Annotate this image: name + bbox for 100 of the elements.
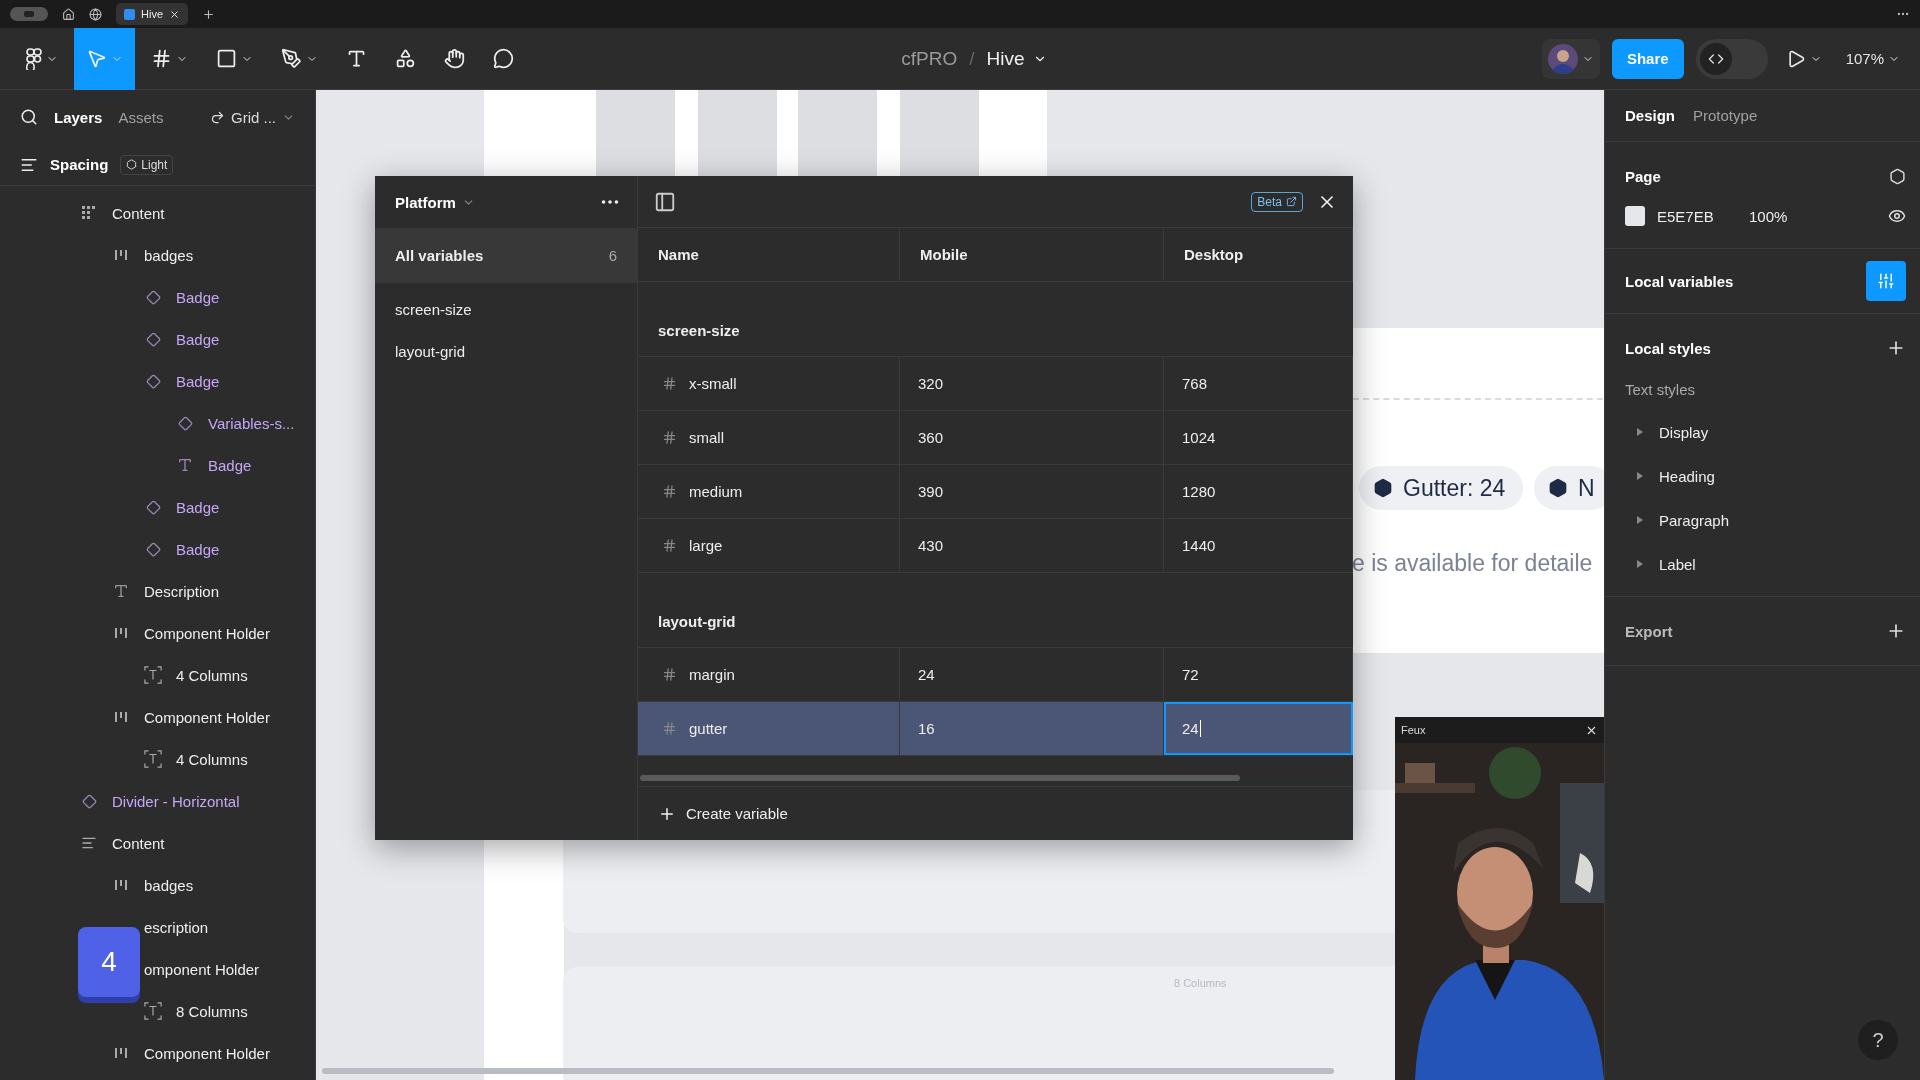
close-icon[interactable] <box>169 8 180 20</box>
help-button[interactable]: ? <box>1858 1020 1898 1060</box>
visibility-button[interactable] <box>1888 207 1906 225</box>
variable-row[interactable]: medium 390 1280 <box>638 465 1353 519</box>
variable-row[interactable]: large 430 1440 <box>638 519 1353 573</box>
style-group[interactable]: Label <box>1605 542 1920 586</box>
text-box-icon <box>144 1001 162 1021</box>
column-header: Name <box>638 228 900 281</box>
style-group[interactable]: Heading <box>1605 454 1920 498</box>
layer-name[interactable]: Badge <box>176 330 220 348</box>
layer-name[interactable]: 4 Columns <box>176 750 248 768</box>
eye-icon <box>1888 207 1906 225</box>
collection-picker[interactable]: Platform <box>395 193 475 211</box>
variable-count: 6 <box>608 247 617 264</box>
value-cell: 1024 <box>1164 411 1353 464</box>
dev-mode-toggle[interactable] <box>1695 38 1768 79</box>
value-cell: 72 <box>1164 648 1353 701</box>
value-cell: 1440 <box>1164 519 1353 572</box>
layer-name[interactable]: Badge <box>176 540 220 558</box>
sidebar-toggle-icon[interactable] <box>654 190 676 213</box>
beta-badge[interactable]: Beta <box>1251 191 1303 212</box>
create-variable-button[interactable]: Create variable <box>638 787 1353 840</box>
layer-name[interactable]: badges <box>144 246 194 264</box>
search-icon[interactable] <box>20 108 38 126</box>
variable-name: small <box>689 429 724 446</box>
layer-name[interactable]: badges <box>144 876 194 894</box>
layer-name[interactable]: Badge <box>208 456 252 474</box>
layer-name[interactable]: Badge <box>176 288 220 306</box>
file-name-button[interactable]: Hive <box>986 47 1047 70</box>
color-hex[interactable]: E5E7EB <box>1657 207 1737 225</box>
style-group[interactable]: Display <box>1605 410 1920 454</box>
comment-icon <box>493 48 514 69</box>
group-item[interactable]: All variables 6 <box>375 228 637 283</box>
layer-name[interactable]: Divider - Horizontal <box>112 792 240 810</box>
open-variables-button[interactable] <box>1866 261 1906 301</box>
value-cell: 768 <box>1164 357 1353 410</box>
home-icon[interactable] <box>62 7 75 21</box>
column-header: Mobile <box>900 228 1164 281</box>
group-item[interactable]: screen-size <box>375 288 637 330</box>
number-icon <box>662 721 677 736</box>
new-tab-icon[interactable] <box>202 7 215 21</box>
hexagon-icon <box>126 159 138 170</box>
layer-name[interactable]: Badge <box>176 498 220 516</box>
diamond-icon <box>177 415 193 431</box>
page-name[interactable]: Spacing <box>50 156 109 173</box>
layer-name[interactable]: Component Holder <box>144 708 270 726</box>
layer-name[interactable]: Badge <box>176 372 220 390</box>
avatar-button[interactable] <box>1541 38 1600 79</box>
shapes-icon <box>395 48 416 69</box>
globe-icon[interactable] <box>89 7 102 21</box>
column-header: Desktop <box>1164 228 1353 281</box>
panel-tab[interactable]: Design <box>1625 107 1675 124</box>
layer-name[interactable]: Content <box>112 204 165 222</box>
group-title: screen-size <box>658 322 740 339</box>
hexagon-icon <box>1373 478 1393 498</box>
variable-row[interactable]: small 360 1024 <box>638 411 1353 465</box>
caret-icon <box>1637 428 1643 436</box>
columns-icon <box>114 248 128 262</box>
value-input[interactable]: 24 <box>1164 702 1353 755</box>
panel-tab[interactable]: Prototype <box>1693 107 1758 124</box>
panel-tab[interactable]: Layers <box>54 108 103 126</box>
scrollbar[interactable] <box>322 1068 1334 1074</box>
hexagon-icon <box>1889 167 1906 185</box>
project-name[interactable]: cfPRO <box>901 47 958 70</box>
page-picker[interactable]: Grid ... <box>210 108 295 126</box>
layer-name[interactable]: Component Holder <box>144 624 270 642</box>
lines-icon <box>81 835 97 851</box>
zoom-button[interactable]: 107% <box>1839 50 1906 67</box>
caret-icon <box>1637 472 1643 480</box>
description-text: e is available for detaile <box>1352 550 1593 577</box>
group-item[interactable]: layout-grid <box>375 330 637 372</box>
layer-name[interactable]: 4 Columns <box>176 666 248 684</box>
layer-name[interactable]: Variables-s... <box>208 414 295 432</box>
number-icon <box>662 484 677 499</box>
caret-icon <box>1637 560 1643 568</box>
diamond-icon <box>145 499 161 515</box>
diamond-icon <box>145 331 161 347</box>
browser-tab[interactable]: Hive <box>116 3 188 25</box>
scrollbar[interactable] <box>640 775 1240 781</box>
value-cell: 390 <box>900 465 1164 518</box>
layer-name[interactable]: Description <box>144 582 220 600</box>
badge: Gutter: 24 <box>1359 466 1524 510</box>
style-group[interactable]: Paragraph <box>1605 498 1920 542</box>
layer-name[interactable]: omponent Holder <box>144 960 260 978</box>
layer-name[interactable]: 8 Columns <box>176 1002 248 1020</box>
mode-chip[interactable]: Light <box>120 154 174 175</box>
external-link-icon <box>1286 196 1297 207</box>
avatar-icon <box>1547 43 1578 74</box>
styles-button[interactable] <box>1889 167 1906 185</box>
opacity-value[interactable]: 100% <box>1749 207 1788 225</box>
panel-tab[interactable]: Assets <box>118 108 164 126</box>
variable-row[interactable]: gutter 16 24 <box>638 702 1353 756</box>
layer-name[interactable]: Content <box>112 834 165 852</box>
layer-name[interactable]: Component Holder <box>144 1044 270 1062</box>
layer-name[interactable]: escription <box>144 918 209 936</box>
badge: N <box>1534 466 1604 510</box>
diamond-icon <box>81 793 97 809</box>
variable-row[interactable]: x-small 320 768 <box>638 357 1353 411</box>
value-cell: 320 <box>900 357 1164 410</box>
color-swatch[interactable] <box>1625 206 1645 226</box>
